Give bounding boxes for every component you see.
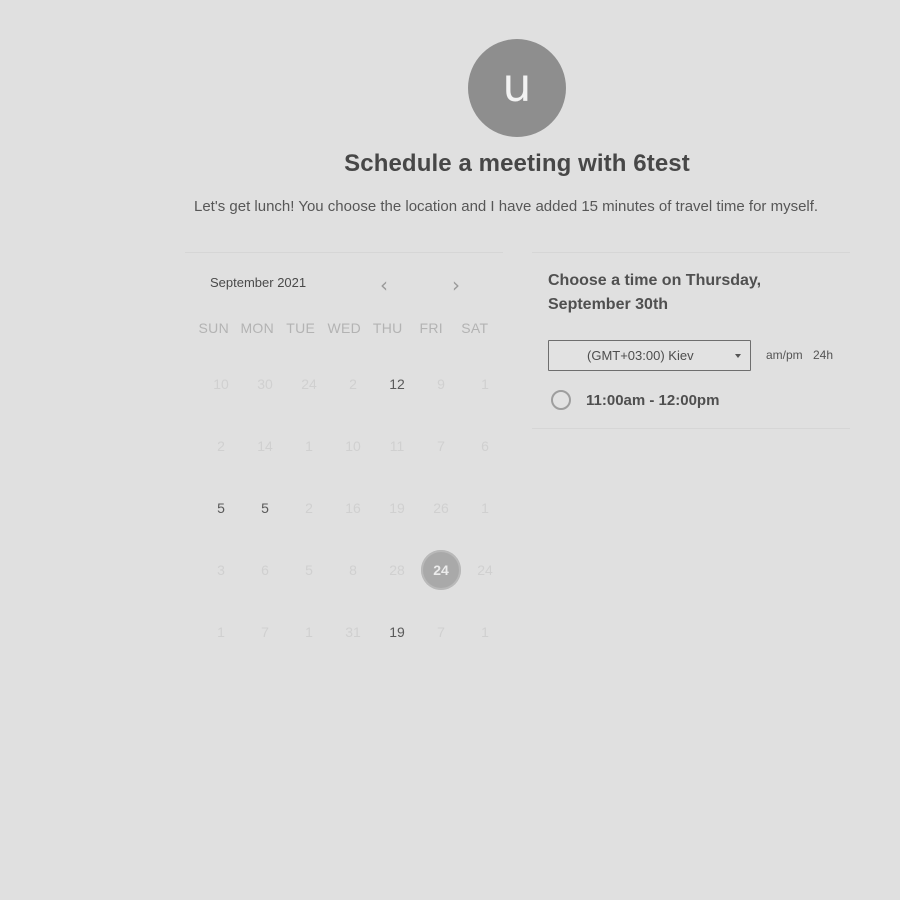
calendar-day[interactable]: 19 [375, 624, 419, 640]
calendar-day: 24 [301, 376, 317, 392]
chevron-left-icon[interactable]: ‹ [380, 275, 388, 295]
calendar-day: 1 [481, 500, 489, 516]
calendar-day: 26 [433, 500, 449, 516]
calendar: September 2021 ‹ › SUN MON TUE WED THU F… [185, 252, 503, 653]
month-label: September 2021 [210, 275, 307, 290]
calendar-day: 1 [305, 438, 313, 454]
calendar-day: 6 [261, 562, 269, 578]
calendar-day: 2 [305, 500, 313, 516]
calendar-day: 10 [345, 438, 361, 454]
calendar-day: 2 [217, 438, 225, 454]
timezone-select[interactable]: (GMT+03:00) Kiev [548, 340, 751, 371]
radio-button[interactable] [551, 390, 571, 410]
calendar-day[interactable]: 5 [199, 500, 243, 516]
calendar-day: 9 [437, 376, 445, 392]
weekday-mon: MON [240, 320, 275, 336]
calendar-day: 28 [389, 562, 405, 578]
weekday-sun: SUN [198, 320, 229, 336]
chevron-right-icon[interactable]: › [452, 275, 460, 295]
calendar-day: 24 [477, 562, 493, 578]
calendar-day: 7 [437, 624, 445, 640]
weekday-wed: WED [327, 320, 362, 336]
calendar-day: 14 [257, 438, 273, 454]
calendar-day[interactable]: 5 [243, 500, 287, 516]
calendar-week: 10 30 24 2 12 9 1 [199, 353, 507, 415]
weekday-tue: TUE [286, 320, 316, 336]
calendar-day: 1 [481, 624, 489, 640]
caret-down-icon [735, 354, 741, 358]
calendar-day: 31 [345, 624, 361, 640]
time-slot-label: 11:00am - 12:00pm [586, 391, 720, 409]
calendar-day: 19 [389, 500, 405, 516]
calendar-day: 30 [257, 376, 273, 392]
calendar-day: 2 [349, 376, 357, 392]
format-ampm-toggle[interactable]: am/pm [766, 348, 803, 362]
calendar-week: 2 14 1 10 11 7 6 [199, 415, 507, 477]
calendar-day: 3 [217, 562, 225, 578]
page-title: Schedule a meeting with 6test [344, 150, 690, 177]
calendar-day: 7 [261, 624, 269, 640]
timezone-value: (GMT+03:00) Kiev [587, 348, 694, 363]
calendar-day-selected[interactable]: 24 [419, 550, 463, 590]
weekday-sat: SAT [461, 320, 489, 336]
calendar-day: 11 [389, 438, 405, 454]
calendar-week: 1 7 1 31 19 7 1 [199, 601, 507, 663]
calendar-day[interactable]: 12 [375, 376, 419, 392]
time-slot[interactable]: 11:00am - 12:00pm [551, 390, 719, 410]
calendar-day: 5 [305, 562, 313, 578]
calendar-day: 16 [345, 500, 361, 516]
calendar-day: 1 [217, 624, 225, 640]
calendar-week: 5 5 2 16 19 26 1 [199, 477, 507, 539]
calendar-day: 8 [349, 562, 357, 578]
calendar-day: 6 [481, 438, 489, 454]
avatar: u [468, 39, 566, 137]
calendar-day: 7 [437, 438, 445, 454]
weekday-fri: FRI [419, 320, 443, 336]
calendar-day: 1 [481, 376, 489, 392]
time-heading: Choose a time on Thursday, September 30t… [548, 272, 762, 313]
weekday-thu: THU [372, 320, 403, 336]
calendar-day: 10 [213, 376, 229, 392]
calendar-week: 3 6 5 8 28 24 24 [199, 539, 507, 601]
time-panel: Choose a time on Thursday, September 30t… [532, 252, 850, 429]
calendar-day: 1 [305, 624, 313, 640]
scheduling-page: u Schedule a meeting with 6test Let's ge… [0, 0, 900, 900]
weekday-header: SUN MON TUE WED THU FRI SAT [192, 320, 497, 336]
meeting-description: Let's get lunch! You choose the location… [194, 198, 819, 215]
format-24h-toggle[interactable]: 24h [813, 348, 833, 362]
day-grid: 10 30 24 2 12 9 1 2 14 1 10 11 7 6 5 5 2 16 19 26 1 3 6 5 8 28 24 2… [199, 353, 507, 663]
